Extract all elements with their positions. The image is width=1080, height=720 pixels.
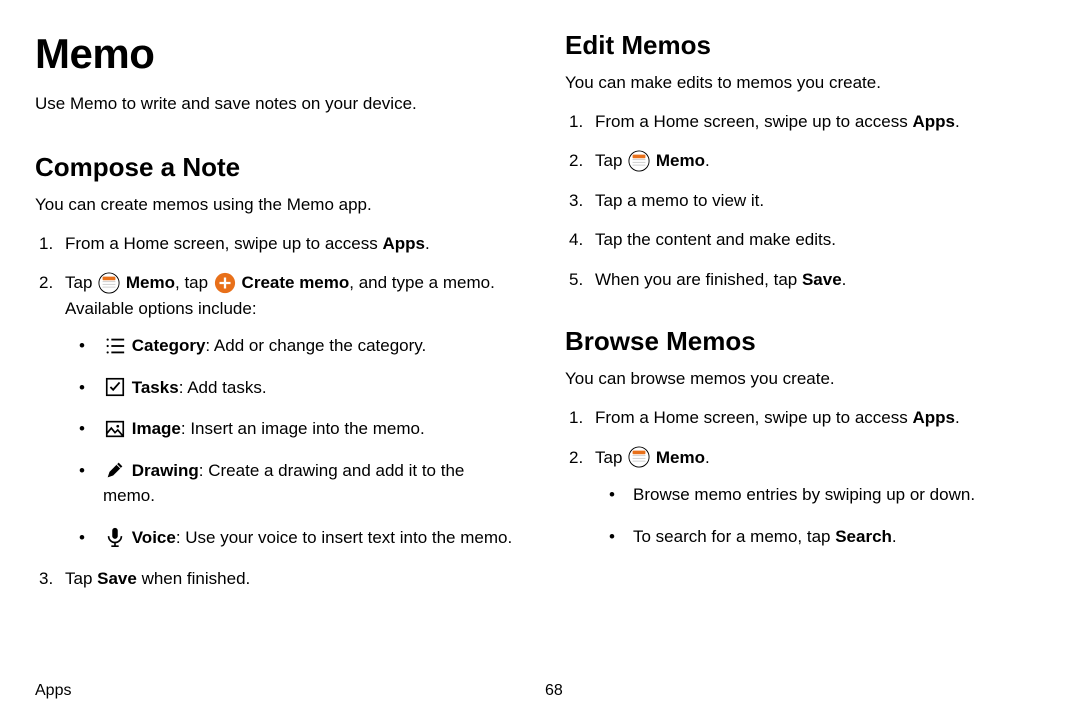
browse-section: Browse Memos You can browse memos you cr…	[565, 326, 1045, 549]
compose-step-2: Tap Memo, tap Create memo, and type a me…	[35, 270, 515, 550]
compose-heading: Compose a Note	[35, 152, 515, 183]
edit-step-2: Tap Memo.	[565, 148, 1045, 174]
category-icon	[104, 335, 126, 357]
memo-icon	[628, 150, 650, 172]
memo-icon	[628, 446, 650, 468]
edit-step-1: From a Home screen, swipe up to access A…	[565, 109, 1045, 135]
edit-desc: You can make edits to memos you create.	[565, 71, 1045, 95]
option-tasks: Tasks: Add tasks.	[65, 375, 515, 401]
drawing-icon	[104, 459, 126, 481]
page-footer: Apps 68	[35, 682, 1045, 700]
edit-step-5: When you are finished, tap Save.	[565, 267, 1045, 293]
edit-step-4: Tap the content and make edits.	[565, 227, 1045, 253]
option-category: Category: Add or change the category.	[65, 333, 515, 359]
footer-page-number: 68	[535, 682, 1045, 700]
option-drawing: Drawing: Create a drawing and add it to …	[65, 458, 515, 509]
left-column: Memo Use Memo to write and save notes on…	[35, 30, 515, 626]
browse-desc: You can browse memos you create.	[565, 367, 1045, 391]
page-title: Memo	[35, 30, 515, 78]
intro-text: Use Memo to write and save notes on your…	[35, 92, 515, 116]
image-icon	[104, 418, 126, 440]
browse-subitems: Browse memo entries by swiping up or dow…	[595, 482, 1045, 549]
edit-steps: From a Home screen, swipe up to access A…	[565, 109, 1045, 293]
edit-heading: Edit Memos	[565, 30, 1045, 61]
compose-step-3: Tap Save when finished.	[35, 566, 515, 592]
browse-heading: Browse Memos	[565, 326, 1045, 357]
footer-section: Apps	[35, 682, 535, 700]
option-voice: Voice: Use your voice to insert text int…	[65, 525, 515, 551]
compose-desc: You can create memos using the Memo app.	[35, 193, 515, 217]
browse-sub-1: Browse memo entries by swiping up or dow…	[595, 482, 1045, 508]
tasks-icon	[104, 376, 126, 398]
memo-icon	[98, 272, 120, 294]
voice-icon	[104, 526, 126, 548]
option-image: Image: Insert an image into the memo.	[65, 416, 515, 442]
right-column: Edit Memos You can make edits to memos y…	[565, 30, 1045, 626]
edit-step-3: Tap a memo to view it.	[565, 188, 1045, 214]
compose-steps: From a Home screen, swipe up to access A…	[35, 231, 515, 592]
browse-sub-2: To search for a memo, tap Search.	[595, 524, 1045, 550]
browse-steps: From a Home screen, swipe up to access A…	[565, 405, 1045, 549]
edit-section: Edit Memos You can make edits to memos y…	[565, 30, 1045, 292]
browse-step-1: From a Home screen, swipe up to access A…	[565, 405, 1045, 431]
compose-step-1: From a Home screen, swipe up to access A…	[35, 231, 515, 257]
compose-options: Category: Add or change the category. Ta…	[65, 333, 515, 550]
browse-step-2: Tap Memo. Browse memo entries by swiping…	[565, 445, 1045, 550]
create-memo-icon	[214, 272, 236, 294]
compose-section: Compose a Note You can create memos usin…	[35, 152, 515, 592]
